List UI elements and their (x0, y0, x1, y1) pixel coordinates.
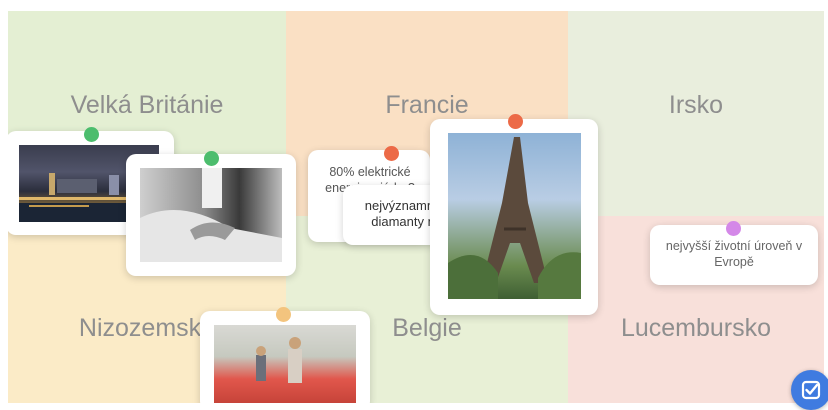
pin-orange (276, 307, 291, 322)
photo-card-eiffel[interactable] (430, 119, 598, 315)
pin-green (84, 127, 99, 142)
card-text: nejvyšší životní úroveň v Evropě (665, 239, 803, 269)
pin-purple (726, 221, 741, 236)
tulip-field-photo (214, 325, 356, 403)
check-answers-button[interactable] (791, 370, 828, 410)
zone-label: Lucembursko (620, 314, 772, 342)
pin-red (384, 146, 399, 161)
sorting-board: Velká Británie Francie Irsko Nizozemsko … (8, 11, 824, 403)
eiffel-tower-photo (448, 133, 581, 299)
zone-label: Velká Británie (70, 91, 224, 119)
photo-card-tulips[interactable] (200, 311, 370, 403)
pin-red (508, 114, 523, 129)
photo-card-jaguar[interactable] (126, 154, 296, 276)
zone-label: Irsko (668, 91, 724, 119)
pin-green (204, 151, 219, 166)
zone-irsko[interactable]: Irsko (568, 11, 824, 216)
jaguar-car-photo (140, 168, 282, 262)
check-square-icon (801, 380, 821, 400)
zone-label: Francie (385, 91, 469, 119)
